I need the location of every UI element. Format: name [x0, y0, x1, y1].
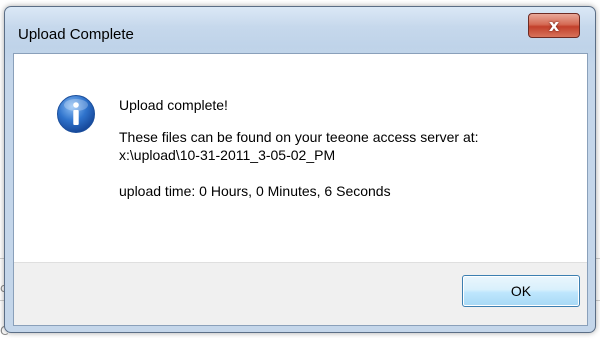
close-button[interactable]: x — [528, 13, 580, 38]
title-bar[interactable]: Upload Complete x — [5, 7, 595, 53]
button-area: OK — [14, 262, 587, 325]
ok-button[interactable]: OK — [462, 275, 580, 307]
close-icon: x — [548, 16, 560, 35]
dialog-title: Upload Complete — [18, 26, 134, 43]
upload-time: upload time: 0 Hours, 0 Minutes, 6 Secon… — [119, 183, 391, 199]
ok-label: OK — [510, 283, 532, 299]
info-icon — [57, 95, 95, 133]
message-block: Upload complete! These files can be foun… — [119, 96, 579, 200]
location-text: These files can be found on your teeone … — [119, 129, 479, 145]
upload-complete-dialog: Upload Complete x Upload complete! These… — [4, 6, 596, 333]
message-heading: Upload complete! — [119, 97, 228, 113]
dialog-content: Upload complete! These files can be foun… — [13, 53, 588, 326]
upload-path: x:\upload\10-31-2011_3-05-02_PM — [119, 147, 336, 163]
